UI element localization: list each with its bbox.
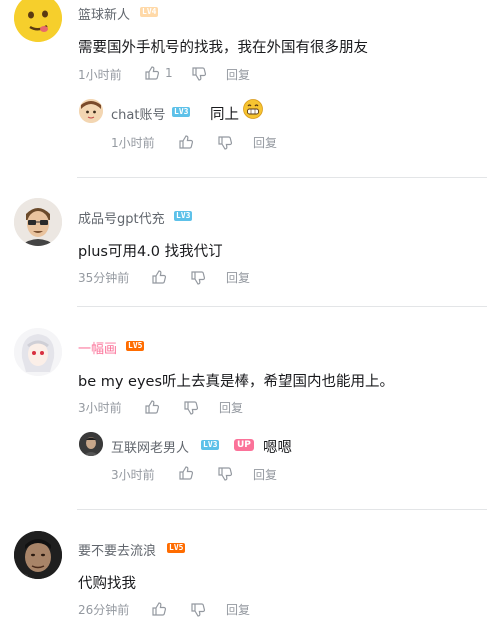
reply-button[interactable]: 回复 (219, 399, 243, 416)
thumbs-down-icon (218, 467, 232, 481)
thumbs-up-icon (152, 602, 166, 616)
user-avatar[interactable] (14, 328, 62, 376)
grin-emoji-icon (243, 99, 263, 119)
anime-girl-avatar-icon (14, 328, 62, 376)
reply-dislike-button[interactable] (218, 467, 232, 481)
username[interactable]: 一幅画 (78, 338, 117, 357)
reply-button[interactable]: 回复 (226, 601, 250, 618)
emoji-face-icon (14, 0, 62, 42)
thumbs-down-icon (191, 271, 205, 285)
like-button[interactable] (145, 66, 159, 80)
dislike-button[interactable] (192, 67, 206, 81)
thumbs-down-icon (191, 603, 205, 617)
man-glasses-avatar-icon (14, 198, 62, 246)
up-badge: UP (234, 439, 254, 451)
thumbs-up-icon (152, 270, 166, 284)
thumbs-up-icon (179, 135, 193, 149)
reply-reply-button[interactable]: 回复 (253, 466, 277, 483)
divider (77, 509, 487, 510)
username[interactable]: 篮球新人 (78, 4, 130, 23)
comment-time: 35分钟前 (78, 271, 130, 285)
reply-avatar[interactable] (79, 432, 103, 456)
level-badge: LV5 (126, 341, 145, 351)
reply-username[interactable]: 互联网老男人 (111, 437, 189, 456)
comment-text: be my eyes听上去真是棒，希望国内也能用上。 (78, 374, 395, 390)
grin-emoji (243, 99, 263, 123)
reply-text: 嗯嗯 (263, 440, 292, 456)
level-badge: LV4 (140, 7, 159, 17)
reply-time: 1小时前 (111, 136, 155, 150)
anime-avatar-icon (79, 99, 103, 123)
thumbs-up-icon (145, 400, 159, 414)
man-dark-avatar-icon (14, 531, 62, 579)
thumbs-up-icon (179, 466, 193, 480)
like-button[interactable] (145, 400, 159, 414)
comment-time: 3小时前 (78, 401, 122, 415)
reply-dislike-button[interactable] (218, 136, 232, 150)
thumbs-up-icon (145, 66, 159, 80)
comment-time: 1小时前 (78, 68, 122, 82)
like-button[interactable] (152, 602, 166, 616)
user-avatar[interactable] (14, 0, 62, 42)
reply-level-badge: LV3 (201, 440, 220, 450)
reply-reply-button[interactable]: 回复 (253, 134, 277, 151)
divider (77, 177, 487, 178)
username[interactable]: 要不要去流浪 (78, 540, 156, 559)
reply-like-button[interactable] (179, 135, 193, 149)
level-badge: LV5 (167, 543, 186, 553)
username[interactable]: 成品号gpt代充 (78, 208, 165, 227)
dislike-button[interactable] (191, 603, 205, 617)
comment-time: 26分钟前 (78, 603, 130, 617)
man-avatar-icon (79, 432, 103, 456)
comment-text: 需要国外手机号的找我，我在外国有很多朋友 (78, 40, 368, 56)
dislike-button[interactable] (184, 401, 198, 415)
thumbs-down-icon (184, 401, 198, 415)
reply-text: 同上 (210, 107, 239, 123)
reply-button[interactable]: 回复 (226, 269, 250, 286)
reply-username[interactable]: chat账号 (111, 104, 165, 123)
reply-like-button[interactable] (179, 466, 193, 480)
reply-time: 3小时前 (111, 468, 155, 482)
like-count: 1 (165, 66, 173, 80)
user-avatar[interactable] (14, 531, 62, 579)
thumbs-down-icon (218, 136, 232, 150)
like-button[interactable] (152, 270, 166, 284)
comment-text: 代购找我 (78, 576, 136, 592)
reply-button[interactable]: 回复 (226, 66, 250, 83)
dislike-button[interactable] (191, 271, 205, 285)
divider (77, 306, 487, 307)
thumbs-down-icon (192, 67, 206, 81)
reply-avatar[interactable] (79, 99, 103, 123)
level-badge: LV3 (174, 211, 193, 221)
user-avatar[interactable] (14, 198, 62, 246)
comment-text: plus可用4.0 找我代订 (78, 244, 223, 260)
reply-level-badge: LV3 (172, 107, 191, 117)
